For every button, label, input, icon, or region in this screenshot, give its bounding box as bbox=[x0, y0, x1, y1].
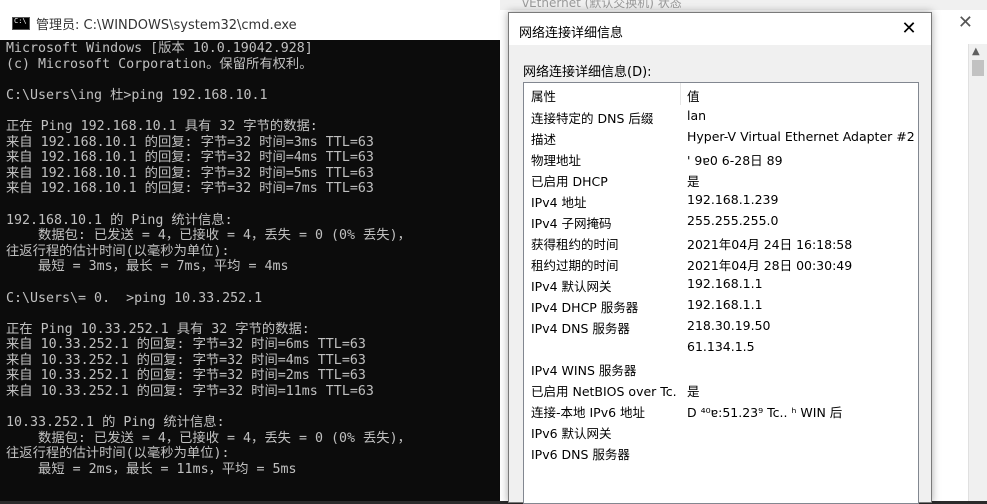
details-listview[interactable]: 属性 值 连接特定的 DNS 后缀 lan 描述 Hyper-V Virtual Et… bbox=[523, 82, 919, 504]
cmd-console-output[interactable]: Microsoft Windows [版本 10.0.19042.928] (c)… bbox=[6, 41, 500, 478]
details-row[interactable]: 连接特定的 DNS 后缀 lan bbox=[524, 105, 918, 126]
list-header: 属性 值 bbox=[524, 83, 918, 105]
console-line: 正在 Ping 10.33.252.1 具有 32 字节的数据: bbox=[6, 321, 310, 337]
row-value: 192.168.1.1 bbox=[687, 297, 763, 312]
background-close-icon[interactable]: ✕ bbox=[958, 12, 973, 33]
console-line: C:\Users\= 0. >ping 10.33.252.1 bbox=[6, 290, 263, 306]
row-value: 255.255.255.0 bbox=[687, 213, 779, 228]
background-window-titlebar: vEthernet (默认交换机) 状态 bbox=[500, 0, 987, 10]
details-label: 网络连接详细信息(D): bbox=[523, 65, 652, 80]
details-row[interactable]: IPv4 默认网关 192.168.1.1 bbox=[524, 273, 918, 294]
scroll-thumb[interactable] bbox=[972, 60, 984, 76]
console-line: 数据包: 已发送 = 4，已接收 = 4，丢失 = 0 (0% 丢失)， bbox=[6, 430, 411, 446]
console-line: 来自 192.168.10.1 的回复: 字节=32 时间=7ms TTL=63 bbox=[6, 181, 374, 197]
cmd-icon bbox=[12, 17, 30, 30]
details-row[interactable]: 已启用 DHCP 是 bbox=[524, 168, 918, 189]
column-divider[interactable] bbox=[680, 83, 681, 105]
dialog-titlebar[interactable]: 网络连接详细信息 ✕ bbox=[509, 13, 931, 45]
row-property: IPv6 DNS 服务器 bbox=[531, 447, 630, 462]
row-property: IPv4 DHCP 服务器 bbox=[531, 300, 639, 315]
column-header-property[interactable]: 属性 bbox=[531, 86, 556, 105]
console-line: 最短 = 3ms，最长 = 7ms，平均 = 4ms bbox=[6, 259, 289, 275]
console-line: (c) Microsoft Corporation。保留所有权利。 bbox=[6, 56, 313, 72]
details-row[interactable]: IPv6 DNS 服务器 bbox=[524, 441, 918, 462]
row-property: 获得租约的时间 bbox=[531, 237, 619, 252]
row-value: 192.168.1.1 bbox=[687, 276, 763, 291]
console-line: 10.33.252.1 的 Ping 统计信息: bbox=[6, 415, 225, 431]
row-property: IPv4 地址 bbox=[531, 195, 587, 210]
details-row[interactable]: IPv4 地址 192.168.1.239 bbox=[524, 189, 918, 210]
details-row[interactable]: 租约过期的时间 2021年04月 28日 00:30:49 bbox=[524, 252, 918, 273]
row-value: 61.134.1.5 bbox=[687, 339, 755, 354]
dialog-title: 网络连接详细信息 bbox=[519, 26, 624, 41]
row-value: Hyper-V Virtual Ethernet Adapter #2 bbox=[687, 129, 915, 144]
console-line: 往返行程的估计时间(以毫秒为单位): bbox=[6, 446, 230, 462]
console-line: 来自 10.33.252.1 的回复: 字节=32 时间=6ms TTL=63 bbox=[6, 337, 366, 353]
console-line: 数据包: 已发送 = 4，已接收 = 4，丢失 = 0 (0% 丢失)， bbox=[6, 228, 411, 244]
console-line: 往返行程的估计时间(以毫秒为单位): bbox=[6, 243, 230, 259]
row-value: D ⁴⁰ɐ:51.23⁹ Tc.. ʰ WIN 后 bbox=[687, 405, 843, 420]
console-line: 来自 192.168.10.1 的回复: 字节=32 时间=4ms TTL=63 bbox=[6, 150, 374, 166]
row-value: 192.168.1.239 bbox=[687, 192, 779, 207]
details-row[interactable]: 描述 Hyper-V Virtual Ethernet Adapter #2 bbox=[524, 126, 918, 147]
console-line: Microsoft Windows [版本 10.0.19042.928] bbox=[6, 41, 313, 56]
details-row[interactable]: 连接-本地 IPv6 地址 D ⁴⁰ɐ:51.23⁹ Tc.. ʰ WIN 后 bbox=[524, 399, 918, 420]
row-property: IPv4 DNS 服务器 bbox=[531, 321, 630, 336]
console-line: 来自 192.168.10.1 的回复: 字节=32 时间=5ms TTL=63 bbox=[6, 165, 374, 181]
details-row[interactable]: IPv4 WINS 服务器 bbox=[524, 357, 918, 378]
console-line: 来自 10.33.252.1 的回复: 字节=32 时间=2ms TTL=63 bbox=[6, 368, 366, 384]
background-window-title: vEthernet (默认交换机) 状态 bbox=[522, 0, 682, 10]
details-row[interactable]: IPv6 默认网关 bbox=[524, 420, 918, 441]
row-property: 连接特定的 DNS 后缀 bbox=[531, 111, 654, 126]
details-row[interactable]: 物理地址 ' 9ɐ0 6-28日 89 bbox=[524, 147, 918, 168]
network-details-dialog: 网络连接详细信息 ✕ 网络连接详细信息(D): 属性 值 连接特定的 DNS 后… bbox=[508, 12, 932, 504]
console-line: 来自 192.168.10.1 的回复: 字节=32 时间=3ms TTL=63 bbox=[6, 134, 374, 150]
row-value: 是 bbox=[687, 174, 700, 189]
row-value: 2021年04月 24日 16:18:58 bbox=[687, 237, 853, 252]
console-line: 最短 = 2ms，最长 = 11ms，平均 = 5ms bbox=[6, 462, 297, 478]
row-property: 已启用 DHCP bbox=[531, 174, 608, 189]
details-row[interactable]: IPv4 DNS 服务器 218.30.19.50 bbox=[524, 315, 918, 336]
row-property: 物理地址 bbox=[531, 153, 582, 168]
console-line: 正在 Ping 192.168.10.1 具有 32 字节的数据: bbox=[6, 118, 318, 134]
row-value: 是 bbox=[687, 384, 700, 399]
row-property: 已启用 NetBIOS over Tc... bbox=[531, 384, 677, 399]
close-icon[interactable]: ✕ bbox=[887, 13, 931, 45]
details-row[interactable]: IPv4 DHCP 服务器 192.168.1.1 bbox=[524, 294, 918, 315]
background-scrollbar[interactable]: ▲ bbox=[968, 44, 987, 501]
row-property: IPv4 WINS 服务器 bbox=[531, 363, 637, 378]
details-row[interactable]: IPv4 子网掩码 255.255.255.0 bbox=[524, 210, 918, 231]
scroll-up-arrow-icon[interactable]: ▲ bbox=[972, 46, 980, 57]
row-property: IPv4 默认网关 bbox=[531, 279, 612, 294]
console-line: 192.168.10.1 的 Ping 统计信息: bbox=[6, 212, 233, 228]
details-row[interactable]: 获得租约的时间 2021年04月 24日 16:18:58 bbox=[524, 231, 918, 252]
row-property: 连接-本地 IPv6 地址 bbox=[531, 405, 646, 420]
details-row[interactable]: 61.134.1.5 bbox=[524, 336, 918, 357]
cmd-window: 管理员: C:\WINDOWS\system32\cmd.exe Microso… bbox=[0, 0, 500, 501]
row-property: 租约过期的时间 bbox=[531, 258, 619, 273]
cmd-title: 管理员: C:\WINDOWS\system32\cmd.exe bbox=[36, 18, 297, 33]
row-property: 描述 bbox=[531, 132, 557, 147]
row-value: lan bbox=[687, 108, 707, 123]
row-value: 218.30.19.50 bbox=[687, 318, 771, 333]
row-property: IPv6 默认网关 bbox=[531, 426, 612, 441]
details-row[interactable]: 已启用 NetBIOS over Tc... 是 bbox=[524, 378, 918, 399]
row-property: IPv4 子网掩码 bbox=[531, 216, 612, 231]
row-value: 2021年04月 28日 00:30:49 bbox=[687, 258, 853, 273]
row-value: ' 9ɐ0 6-28日 89 bbox=[687, 153, 783, 168]
console-line: C:\Users\ing 杜>ping 192.168.10.1 bbox=[6, 87, 268, 103]
console-line: 来自 10.33.252.1 的回复: 字节=32 时间=11ms TTL=63 bbox=[6, 384, 374, 400]
column-header-value[interactable]: 值 bbox=[687, 86, 700, 105]
console-line: 来自 10.33.252.1 的回复: 字节=32 时间=4ms TTL=63 bbox=[6, 352, 366, 368]
cmd-titlebar[interactable]: 管理员: C:\WINDOWS\system32\cmd.exe bbox=[0, 0, 500, 40]
